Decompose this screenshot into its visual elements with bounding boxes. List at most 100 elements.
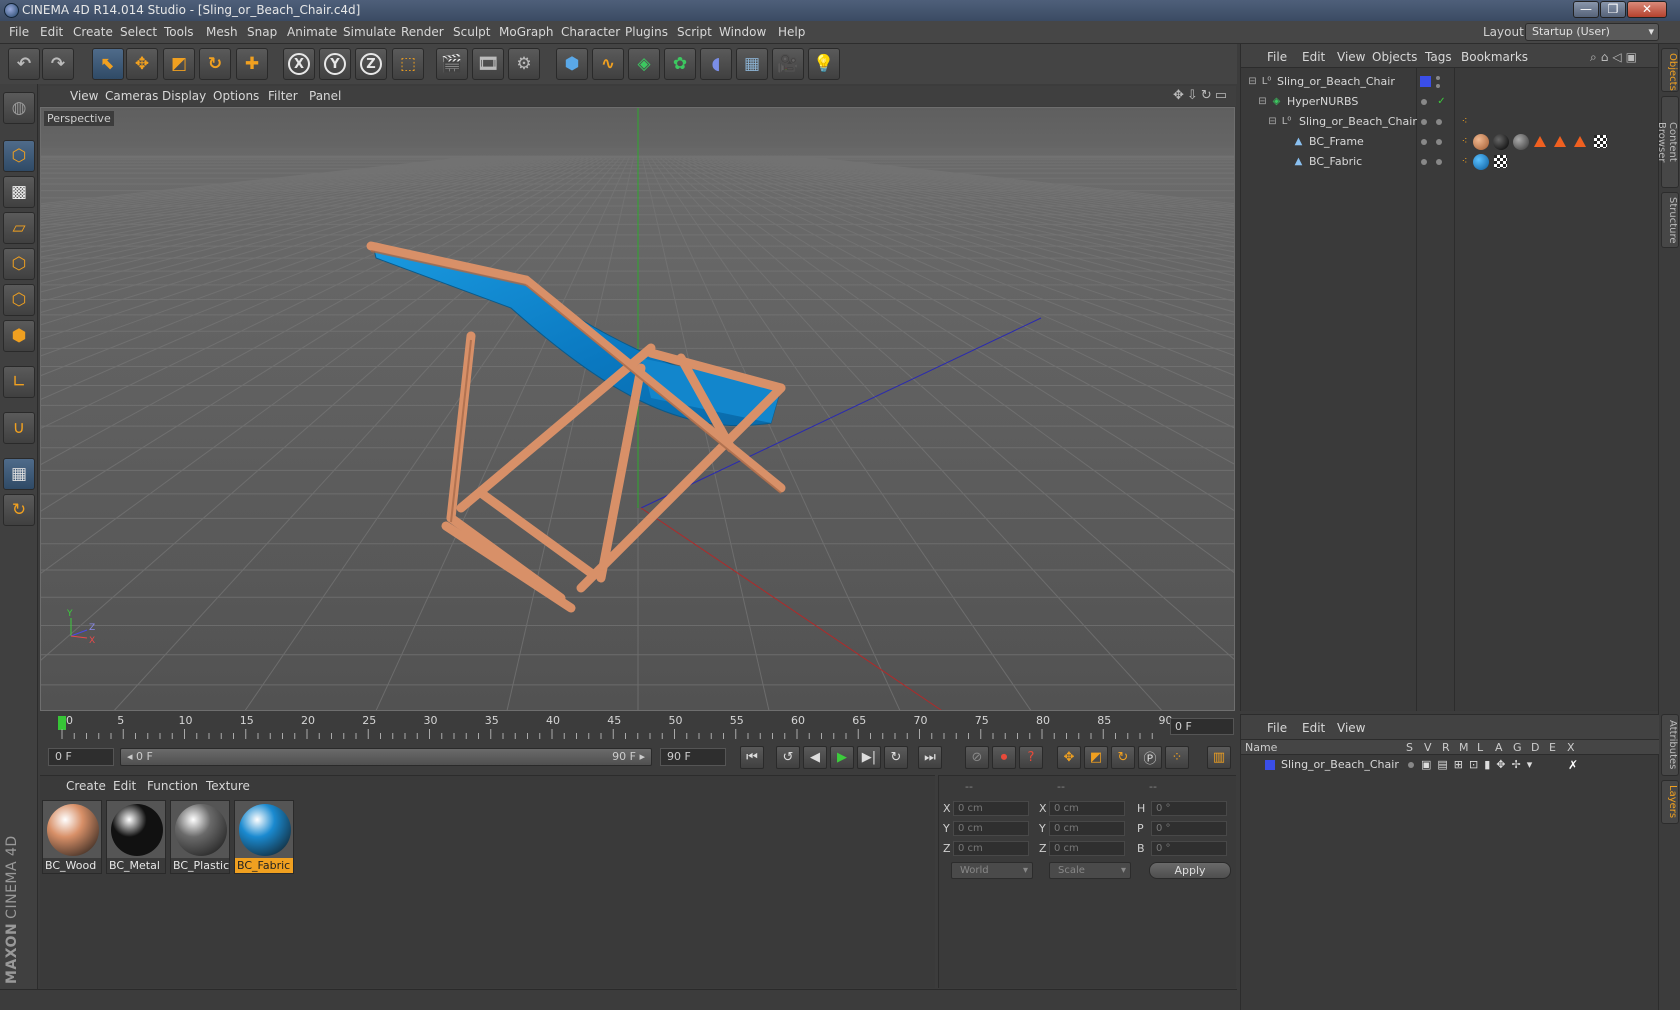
- viewport-menu-options[interactable]: Options: [213, 89, 259, 103]
- undo-icon[interactable]: ↶: [8, 48, 40, 80]
- texture-mode-icon[interactable]: ▩: [3, 176, 35, 208]
- menu-select[interactable]: Select: [120, 25, 157, 39]
- column-xref[interactable]: X: [1567, 741, 1575, 754]
- column-name[interactable]: Name: [1245, 741, 1277, 754]
- layer-color-swatch[interactable]: [1265, 760, 1275, 770]
- phong-tag-icon[interactable]: ⁖: [1459, 156, 1470, 167]
- deformer-icon[interactable]: ◖: [700, 48, 732, 80]
- collapse-icon[interactable]: ⊟: [1267, 116, 1278, 127]
- coordinate-system-icon[interactable]: ⬚: [392, 48, 424, 80]
- render-picture-viewer-icon[interactable]: 🎞: [472, 48, 504, 80]
- next-frame-icon[interactable]: ▶|: [857, 746, 881, 769]
- array-icon[interactable]: ✿: [664, 48, 696, 80]
- timeline-window-icon[interactable]: ▥: [1207, 746, 1231, 769]
- menu-render[interactable]: Render: [401, 25, 444, 39]
- material-tag-plastic[interactable]: [1513, 134, 1529, 150]
- selection-tag-icon[interactable]: [1574, 136, 1586, 147]
- column-expressions[interactable]: E: [1549, 741, 1556, 754]
- workplane-mode-icon[interactable]: ▱: [3, 212, 35, 244]
- make-editable-icon[interactable]: ◍: [3, 92, 35, 124]
- layer-menu-file[interactable]: File: [1267, 721, 1287, 735]
- column-deformers[interactable]: D: [1531, 741, 1539, 754]
- layer-row[interactable]: Sling_or_Beach_Chair ▣▤⊞⊡▮✥✢▾ ✗: [1241, 756, 1659, 774]
- menu-window[interactable]: Window: [719, 25, 766, 39]
- start-frame-field[interactable]: 0 F: [48, 748, 114, 766]
- xref-icon[interactable]: ✗: [1568, 756, 1578, 774]
- phong-tag-icon[interactable]: ⁖: [1459, 136, 1470, 147]
- selection-tag-icon[interactable]: [1554, 136, 1566, 147]
- visibility-dot[interactable]: [1421, 159, 1427, 165]
- current-frame-field[interactable]: 0 F: [1170, 718, 1234, 735]
- timeline-ticks[interactable]: 0 5 10 15 20 25 30 35 40 45 50 55 60 65 70 75 80 85 90: [48, 713, 1173, 743]
- material-menu-create[interactable]: Create: [66, 779, 106, 793]
- column-view[interactable]: V: [1424, 741, 1432, 754]
- move-icon[interactable]: ✥: [126, 48, 158, 80]
- column-locked[interactable]: L: [1477, 741, 1483, 754]
- model-mode-icon[interactable]: ⬡: [3, 140, 35, 172]
- menu-file[interactable]: File: [9, 25, 29, 39]
- object-menu-file[interactable]: File: [1267, 50, 1287, 64]
- add-icon[interactable]: ✚: [236, 48, 268, 80]
- solo-dot[interactable]: [1408, 762, 1414, 768]
- material-bc-fabric[interactable]: BC_Fabric: [234, 800, 294, 874]
- material-bc-plastic[interactable]: BC_Plastic: [170, 800, 230, 874]
- column-manager[interactable]: M: [1459, 741, 1469, 754]
- rotate-icon[interactable]: ↻: [199, 48, 231, 80]
- column-animation[interactable]: A: [1495, 741, 1503, 754]
- phong-tag-icon[interactable]: ⁖: [1459, 116, 1470, 127]
- render-dot[interactable]: [1436, 159, 1442, 165]
- pos-x-field[interactable]: 0 cm: [953, 801, 1029, 816]
- z-axis-icon[interactable]: Z: [355, 48, 387, 80]
- viewport-navigation-icons[interactable]: ✥⇩↻▭: [1173, 88, 1230, 103]
- tab-structure[interactable]: Structure: [1661, 192, 1679, 248]
- polygons-mode-icon[interactable]: ⬢: [3, 320, 35, 352]
- coordinate-mode-dropdown[interactable]: World: [951, 862, 1033, 879]
- camera-icon[interactable]: 🎥: [772, 48, 804, 80]
- uvw-tag-icon[interactable]: [1594, 135, 1607, 148]
- uvw-tag-icon[interactable]: [1494, 155, 1507, 168]
- menu-mograph[interactable]: MoGraph: [499, 25, 554, 39]
- next-key-icon[interactable]: ↻: [884, 746, 908, 769]
- object-row-bc-fabric[interactable]: ▲ BC_Fabric ⁖: [1241, 152, 1659, 172]
- autokey-icon[interactable]: ⏺: [992, 746, 1016, 769]
- viewport-menu-filter[interactable]: Filter: [268, 89, 298, 103]
- rot-b-field[interactable]: 0 °: [1151, 841, 1227, 856]
- size-z-field[interactable]: 0 cm: [1049, 841, 1125, 856]
- record-scale-icon[interactable]: ◩: [1084, 746, 1108, 769]
- viewport-menu-display[interactable]: Display: [162, 89, 206, 103]
- collapse-icon[interactable]: ⊟: [1257, 96, 1268, 107]
- object-row-hypernurbs[interactable]: ⊟ ◈ HyperNURBS ✓: [1241, 92, 1659, 112]
- layer-color-swatch[interactable]: [1420, 76, 1431, 87]
- render-dot[interactable]: [1436, 139, 1442, 145]
- tab-attributes[interactable]: Attributes: [1661, 714, 1679, 776]
- live-selection-icon[interactable]: ⬉: [92, 48, 124, 80]
- object-menu-objects[interactable]: Objects: [1372, 50, 1417, 64]
- selection-tag-icon[interactable]: [1534, 136, 1546, 147]
- locked-workplane-icon[interactable]: ▦: [3, 458, 35, 490]
- record-active-icon[interactable]: ⊘: [965, 746, 989, 769]
- axis-mode-icon[interactable]: ∟: [3, 366, 35, 398]
- material-bc-metal[interactable]: BC_Metal: [106, 800, 166, 874]
- menu-plugins[interactable]: Plugins: [625, 25, 668, 39]
- material-tag-wood[interactable]: [1473, 134, 1489, 150]
- y-axis-icon[interactable]: Y: [319, 48, 351, 80]
- edges-mode-icon[interactable]: ⬡: [3, 284, 35, 316]
- pos-y-field[interactable]: 0 cm: [953, 821, 1029, 836]
- object-menu-edit[interactable]: Edit: [1302, 50, 1325, 64]
- object-row-bc-frame[interactable]: ▲ BC_Frame ⁖: [1241, 132, 1659, 152]
- visibility-render-dot[interactable]: [1436, 84, 1440, 88]
- visibility-dot[interactable]: [1421, 99, 1427, 105]
- go-to-end-icon[interactable]: ⏭: [918, 746, 942, 769]
- collapse-icon[interactable]: ⊟: [1247, 76, 1258, 87]
- menu-character[interactable]: Character: [561, 25, 620, 39]
- redo-icon[interactable]: ↷: [42, 48, 74, 80]
- menu-tools[interactable]: Tools: [164, 25, 194, 39]
- visibility-dot[interactable]: [1421, 139, 1427, 145]
- object-row-sling-or-beach-chair-child[interactable]: ⊟ L⁰ Sling_or_Beach_Chair ⁖: [1241, 112, 1659, 132]
- play-icon[interactable]: ▶: [830, 746, 854, 769]
- object-menu-view[interactable]: View: [1337, 50, 1365, 64]
- material-bc-wood[interactable]: BC_Wood: [42, 800, 102, 874]
- object-menu-tags[interactable]: Tags: [1425, 50, 1452, 64]
- viewport-menu-view[interactable]: View: [70, 89, 98, 103]
- material-tag-metal[interactable]: [1493, 134, 1509, 150]
